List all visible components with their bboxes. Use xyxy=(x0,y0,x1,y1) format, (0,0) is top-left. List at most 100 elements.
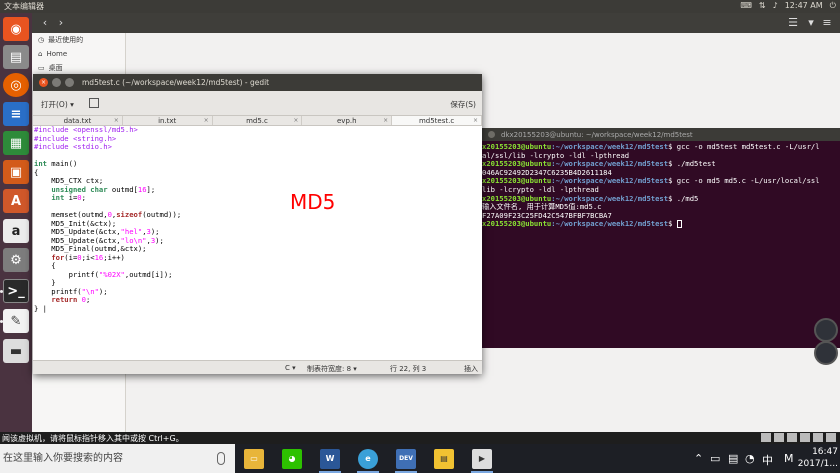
file-explorer-icon[interactable]: ▭ xyxy=(244,449,264,469)
tray-icon[interactable]: ▤ xyxy=(728,452,738,465)
sidebar-item-recent[interactable]: ◷ 最近使用的 xyxy=(32,33,125,47)
taskbar-time: 16:47 xyxy=(812,447,838,457)
vmware-icon[interactable]: ▶ xyxy=(472,449,492,469)
top-panel: 文本编辑器 ⌨ ⇅ ♪ 12:47 AM ⏻ xyxy=(0,0,840,13)
terminal-line: 046AC92492D2347C6235B4D2611184 xyxy=(482,168,612,177)
tab-width-selector[interactable]: 制表符宽度: 8 ▾ xyxy=(307,364,357,374)
tray-network-icon[interactable]: ◔ xyxy=(745,452,755,465)
word-icon[interactable]: W xyxy=(320,449,340,469)
clock-text[interactable]: 12:47 AM xyxy=(785,1,823,11)
windows-taskbar: 在这里输入你要搜索的内容 ▭ ◕ W e DEV ▤ ▶ ⌃ ▭ ▤ ◔ 中 M… xyxy=(0,444,840,473)
network-adapter-icon[interactable] xyxy=(774,433,784,442)
sticky-notes-icon[interactable]: ▤ xyxy=(434,449,454,469)
code-editor[interactable]: #include <openssl/md5.h> #include <strin… xyxy=(33,125,482,360)
amazon-icon[interactable]: a xyxy=(3,219,29,243)
save-button[interactable]: 保存(S) xyxy=(450,99,476,110)
tray-icon[interactable]: ▭ xyxy=(710,452,720,465)
code-line: int main() xyxy=(34,159,78,168)
view-options-icon[interactable]: ▾ xyxy=(804,16,818,30)
terminal-line: x20155203@ubuntu:~/workspace/week12/md5t… xyxy=(482,220,840,229)
network-icon[interactable]: ⇅ xyxy=(759,1,766,11)
code-line: printf("\n"); xyxy=(34,286,108,296)
terminal-output[interactable]: x20155203@ubuntu:~/workspace/week12/md5t… xyxy=(482,141,840,229)
floating-widget[interactable] xyxy=(814,341,838,365)
files-headerbar: ‹ › ☰ ▾ ≡ xyxy=(32,13,840,33)
open-button[interactable]: 打开(O) ▾ xyxy=(37,96,78,113)
back-icon[interactable]: ‹ xyxy=(38,16,52,30)
terminal-line: 输入文件名, 用于计算MD5值:md5.c xyxy=(482,203,602,212)
sidebar-item-home[interactable]: ⌂ Home xyxy=(32,47,125,61)
tab-md5-c[interactable]: md5.c × xyxy=(213,116,303,125)
folder-icon: ▭ xyxy=(38,64,45,72)
tab-md5test-c[interactable]: md5test.c × xyxy=(392,116,482,125)
code-line: return 0; xyxy=(51,295,91,304)
impress-icon[interactable]: ▣ xyxy=(3,160,29,184)
terminal-line: lib -lcrypto -ldl -lpthread xyxy=(482,185,599,194)
wechat-icon[interactable]: ◕ xyxy=(282,449,302,469)
search-box[interactable]: 在这里输入你要搜索的内容 xyxy=(0,444,235,473)
code-line: int i=0; xyxy=(51,193,86,202)
settings-icon[interactable]: ⚙ xyxy=(3,248,29,272)
usb-icon[interactable] xyxy=(787,433,797,442)
input-language[interactable]: 中 xyxy=(762,452,773,468)
taskbar-clock[interactable]: 16:47 2017/1... xyxy=(798,446,838,470)
terminal-title: dkx20155203@ubuntu: ~/workspace/week12/m… xyxy=(501,130,693,139)
code-line: printf("%02X",outmd[i]); xyxy=(34,269,173,279)
keyboard-icon[interactable]: ⌨ xyxy=(740,1,752,11)
tray-up-arrow-icon[interactable]: ⌃ xyxy=(694,452,703,465)
tab-in-txt[interactable]: in.txt × xyxy=(123,116,213,125)
sidebar-item-desktop[interactable]: ▭ 桌面 xyxy=(32,61,125,75)
close-icon[interactable]: × xyxy=(39,78,48,87)
menu-icon[interactable]: ≡ xyxy=(820,16,834,30)
list-view-icon[interactable]: ☰ xyxy=(786,16,800,30)
md5-annotation: MD5 xyxy=(290,190,336,214)
status-bar: C ▾ 制表符宽度: 8 ▾ 行 22, 列 3 插入 xyxy=(33,360,482,374)
printer-icon[interactable] xyxy=(800,433,810,442)
language-selector[interactable]: C ▾ xyxy=(285,364,296,372)
minimize-icon[interactable] xyxy=(52,78,61,87)
cd-icon[interactable] xyxy=(761,433,771,442)
terminal-line: al/ssl/lib -lcrypto -ldl -lpthread xyxy=(482,151,630,160)
close-tab-icon[interactable]: × xyxy=(473,116,478,126)
launcher: ◉ ▤ ◎ ≡ ▦ ▣ A a ⚙ >_ ✎ ▬ xyxy=(0,13,32,432)
terminal-window[interactable]: dkx20155203@ubuntu: ~/workspace/week12/m… xyxy=(482,128,840,348)
firefox-icon[interactable]: ◎ xyxy=(3,73,29,97)
cursor-position: 行 22, 列 3 xyxy=(390,365,427,373)
dev-cpp-icon[interactable]: DEV xyxy=(396,449,416,469)
browser-icon[interactable]: e xyxy=(358,449,378,469)
floating-widget[interactable] xyxy=(814,318,838,342)
maximize-icon[interactable] xyxy=(65,78,74,87)
tab-evp-h[interactable]: evp.h × xyxy=(302,116,393,126)
taskbar-date: 2017/1... xyxy=(797,459,838,469)
close-tab-icon[interactable]: × xyxy=(383,116,388,126)
terminal-line: x20155203@ubuntu:~/workspace/week12/md5t… xyxy=(482,194,699,203)
close-tab-icon[interactable]: × xyxy=(204,116,209,126)
new-document-icon[interactable] xyxy=(89,98,99,108)
drive-icon[interactable]: ▬ xyxy=(3,339,29,363)
code-line: unsigned char outmd[16]; xyxy=(51,184,156,194)
microphone-icon[interactable] xyxy=(217,452,225,465)
software-center-icon[interactable]: A xyxy=(3,189,29,213)
terminal-icon[interactable]: >_ xyxy=(3,279,29,303)
close-tab-icon[interactable]: × xyxy=(293,116,298,126)
insert-mode[interactable]: 插入 xyxy=(464,364,478,374)
ime-mode[interactable]: M xyxy=(784,452,794,465)
sound-icon[interactable] xyxy=(813,433,823,442)
ubuntu-dash-icon[interactable]: ◉ xyxy=(3,17,29,41)
files-icon[interactable]: ▤ xyxy=(3,45,29,69)
writer-icon[interactable]: ≡ xyxy=(3,102,29,126)
text-editor-icon[interactable]: ✎ xyxy=(3,309,29,333)
terminal-titlebar: dkx20155203@ubuntu: ~/workspace/week12/m… xyxy=(482,128,840,141)
power-icon[interactable]: ⏻ xyxy=(830,1,836,11)
close-icon[interactable] xyxy=(488,131,495,138)
display-icon[interactable] xyxy=(826,433,836,442)
tab-data-txt[interactable]: data.txt × xyxy=(33,116,123,125)
forward-icon[interactable]: › xyxy=(54,16,68,30)
calc-icon[interactable]: ▦ xyxy=(3,131,29,155)
terminal-running-indicator xyxy=(0,290,3,293)
gedit-window: × md5test.c (~/workspace/week12/md5test)… xyxy=(33,74,482,374)
code-line: for(i=0;i<16;i++) xyxy=(51,252,125,262)
volume-icon[interactable]: ♪ xyxy=(773,1,778,11)
terminal-line: F27A09F23C25FD42C547BFBF7BCBA7 xyxy=(482,211,612,220)
